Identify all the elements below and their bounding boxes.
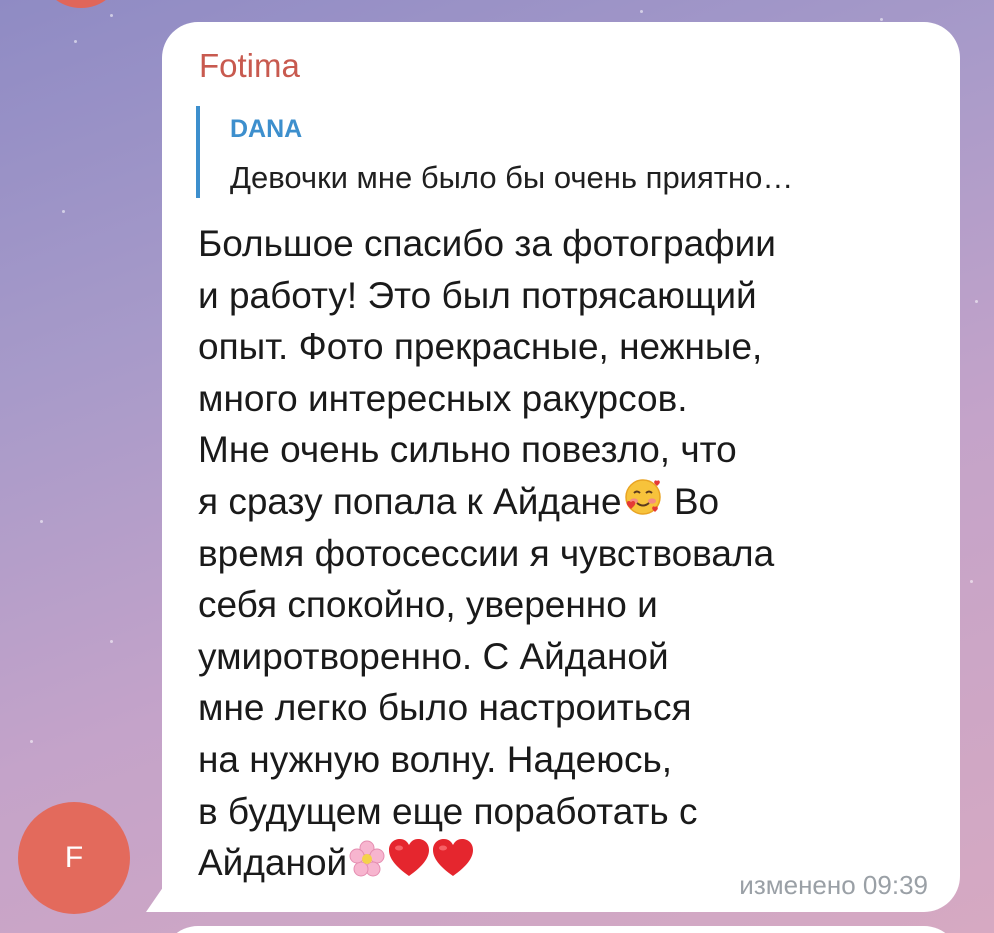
message-timestamp: изменено 09:39	[739, 870, 928, 900]
reply-text: Девочки мне было бы очень приятно…	[230, 160, 794, 195]
red-heart-icon	[387, 837, 431, 879]
message-line: на нужную волну. Надеюсь,	[198, 738, 673, 780]
avatar-letter: F	[64, 841, 84, 874]
reply-quote[interactable]: DANA Девочки мне было бы очень приятно…	[196, 106, 936, 198]
message-line: в будущем еще поработать с	[198, 790, 698, 832]
message-line: я сразу попала к Айдане Во	[198, 476, 918, 528]
sender-name[interactable]: Fotima	[199, 48, 300, 84]
next-message-bubble[interactable]	[162, 926, 960, 933]
smiling-face-with-hearts-icon	[622, 476, 664, 518]
previous-sender-avatar[interactable]	[42, 0, 120, 8]
message-line: много интересных ракурсов.	[198, 377, 688, 419]
message-line: Большое спасибо за фотографии	[198, 223, 776, 264]
message-line: себя спокойно, уверенно и	[198, 584, 658, 626]
message-line: умиротворенно. С Айданой	[198, 635, 669, 677]
message-text: Большое спасибо за фотографии и работу! …	[198, 218, 918, 889]
message-fragment: Во	[673, 480, 720, 522]
message-line: и работу! Это был потрясающий	[198, 274, 757, 316]
message-fragment: я сразу попала к Айдане	[198, 480, 622, 522]
message-line: мне легко было настроиться	[198, 687, 692, 729]
cherry-blossom-icon	[347, 839, 387, 879]
message-line: опыт. Фото прекрасные, нежные,	[198, 326, 763, 368]
reply-author: DANA	[230, 115, 303, 143]
red-heart-icon	[431, 837, 475, 879]
message-line: Мне очень сильно повезло, что	[198, 429, 737, 471]
message-fragment: Айданой	[198, 842, 348, 884]
message-bubble[interactable]: Fotima DANA Девочки мне было бы очень пр…	[162, 22, 960, 912]
message-line: время фотосессии я чувствовала	[198, 532, 775, 574]
avatar[interactable]: F	[18, 802, 130, 914]
